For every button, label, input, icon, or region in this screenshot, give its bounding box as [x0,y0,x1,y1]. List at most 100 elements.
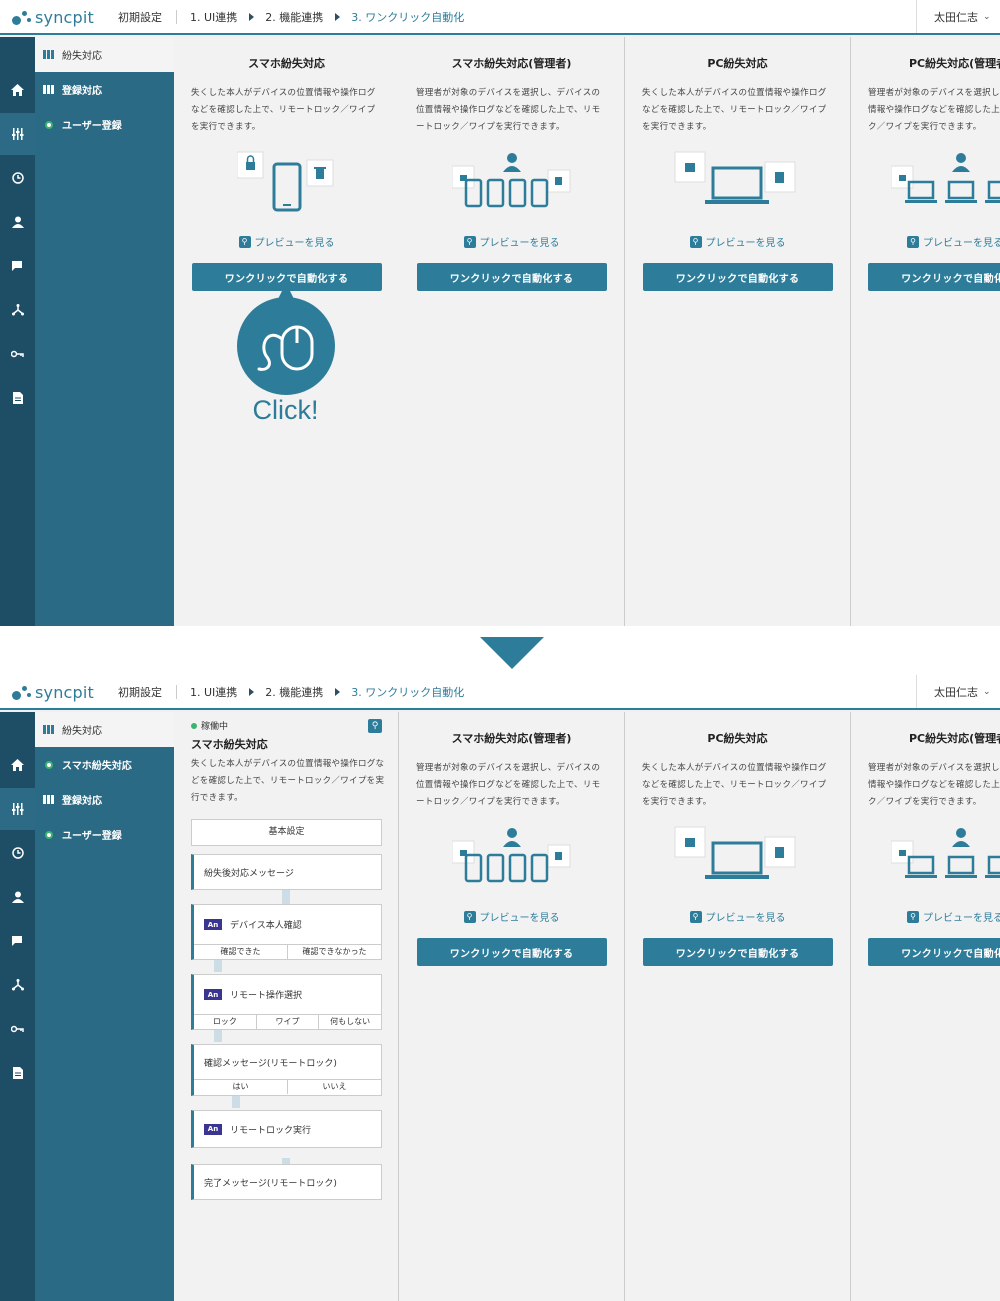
click-label: Click! [252,395,319,425]
crumb-one-click[interactable]: 3. ワンクリック自動化 [351,0,465,35]
user-menu[interactable]: 太田仁志 ⌄ [916,0,1000,33]
option-wipe[interactable]: ワイプ [257,1015,320,1029]
flow-step[interactable]: 紛失後対応メッセージ [191,854,382,890]
preview-link[interactable]: ⚲ プレビューを見る [851,234,1000,249]
automate-button[interactable]: ワンクリックで自動化する [868,263,1000,291]
person-icon[interactable] [0,876,35,918]
flow-connector [214,960,222,972]
flow-step[interactable]: An リモート操作選択 ロック ワイプ 何もしない [191,974,382,1030]
basic-settings-button[interactable]: 基本設定 [191,819,382,846]
option-nothing[interactable]: 何もしない [319,1015,381,1029]
icon-rail [0,37,35,626]
crumb-ui-link[interactable]: 1. UI連携 [190,9,237,25]
network-icon[interactable] [0,289,35,331]
automate-button[interactable]: ワンクリックで自動化する [416,263,607,291]
an-badge-icon: An [204,919,222,930]
document-icon[interactable] [0,377,35,419]
crumb-function-link[interactable]: 2. 機能連携 [265,684,323,700]
automate-button[interactable]: ワンクリックで自動化する [642,938,833,966]
user-menu[interactable]: 太田仁志 ⌄ [916,675,1000,708]
status-dot-icon [44,120,53,129]
sidebar-item-label: 紛失対応 [62,51,102,62]
person-icon[interactable] [0,201,35,243]
preview-link[interactable]: ⚲ プレビューを見る [174,234,399,249]
logo[interactable]: syncpit [12,681,94,703]
card-title: スマホ紛失対応(管理者) [451,57,572,70]
flow-step[interactable]: 完了メッセージ(リモートロック) [191,1164,382,1200]
search-icon: ⚲ [463,235,476,248]
crumb-initial-setup[interactable]: 初期設定 [118,9,162,25]
flow-step[interactable]: An リモートロック実行 [191,1110,382,1148]
key-icon[interactable] [0,1008,35,1050]
chat-icon[interactable] [0,245,35,287]
sidebar-item-registration[interactable]: 登録対応 [35,782,174,817]
home-icon[interactable] [0,744,35,786]
sidebar-item-registration[interactable]: 登録対応 [35,72,174,107]
chat-icon[interactable] [0,920,35,962]
flow-step-label: リモートロック実行 [230,1125,312,1136]
flow-step[interactable]: 確認メッセージ(リモートロック) はい いいえ [191,1044,382,1096]
crumb-ui-link[interactable]: 1. UI連携 [190,684,237,700]
sliders-icon[interactable] [0,788,35,830]
sidebar-item-user-registration[interactable]: ユーザー登録 [35,817,174,852]
crumb-function-link[interactable]: 2. 機能連携 [265,9,323,25]
search-icon[interactable]: ⚲ [368,719,382,733]
option-no[interactable]: いいえ [288,1080,381,1094]
an-badge-icon: An [204,1123,222,1135]
card-description: 管理者が対象のデバイスを選択し、デバイスの位置情報や操作ログなどを確認した上で、… [416,88,601,132]
option-not-confirmed[interactable]: 確認できなかった [288,945,381,959]
document-icon[interactable] [0,1052,35,1094]
chevron-right-icon [249,687,255,696]
logo-icon [12,683,34,701]
option-confirmed[interactable]: 確認できた [194,945,288,959]
option-yes[interactable]: はい [194,1080,288,1094]
automate-button[interactable]: ワンクリックで自動化する [642,263,833,291]
preview-link[interactable]: ⚲ プレビューを見る [625,909,850,924]
status-label: 稼働中 [201,722,229,732]
history-icon[interactable] [0,832,35,874]
crumb-initial-setup[interactable]: 初期設定 [118,684,162,700]
screen-after: syncpit 初期設定 1. UI連携 2. 機能連携 3. ワンクリック自動… [0,675,1000,1301]
card-description: 失くした本人がデバイスの位置情報や操作ログなどを確認した上で、リモートロック／ワ… [642,763,827,807]
flow-step[interactable]: An デバイス本人確認 確認できた 確認できなかった [191,904,382,960]
preview-label: プレビューを見る [923,913,1000,924]
automate-button[interactable]: ワンクリックで自動化する [868,938,1000,966]
pc-lock-wipe-illustration [673,825,803,891]
admin-pc-illustration [890,150,1000,216]
preview-label: プレビューを見る [705,913,786,924]
preview-link[interactable]: ⚲ プレビューを見る [399,234,624,249]
chevron-down-icon: ⌄ [983,686,991,697]
network-icon[interactable] [0,964,35,1006]
flow-connector [282,890,290,904]
option-lock[interactable]: ロック [194,1015,257,1029]
sliders-icon[interactable] [0,113,35,155]
key-icon[interactable] [0,333,35,375]
preview-link[interactable]: ⚲ プレビューを見る [851,909,1000,924]
logo[interactable]: syncpit [12,6,94,28]
search-icon: ⚲ [463,910,476,923]
sidebar: 紛失対応 スマホ紛失対応 登録対応 ユーザー登録 [35,712,174,1301]
card-description: 失くした本人がデバイスの位置情報や操作ログなどを確認した上で、リモートロック／ワ… [191,88,376,132]
crumb-one-click[interactable]: 3. ワンクリック自動化 [351,675,465,710]
history-icon[interactable] [0,157,35,199]
logo-icon [12,8,34,26]
breadcrumb: 初期設定 1. UI連携 2. 機能連携 3. ワンクリック自動化 [118,675,465,710]
sidebar-item-user-registration[interactable]: ユーザー登録 [35,107,174,142]
automate-button[interactable]: ワンクリックで自動化する [416,938,607,966]
columns-icon [43,795,54,804]
card-title: スマホ紛失対応 [248,57,325,70]
preview-link[interactable]: ⚲ プレビューを見る [399,909,624,924]
mouse-icon [257,325,314,371]
sidebar-item-smartphone-lost[interactable]: スマホ紛失対応 [35,747,174,782]
card-smartphone-lost-admin: スマホ紛失対応(管理者) 管理者が対象のデバイスを選択し、デバイスの位置情報や操… [399,37,625,626]
sidebar-item-lost[interactable]: 紛失対応 [35,712,174,747]
flow-step-options: はい いいえ [194,1079,381,1094]
sidebar: 紛失対応 登録対応 ユーザー登録 [35,37,174,626]
search-icon: ⚲ [907,910,919,923]
card-title: PC紛失対応(管理者) [909,57,1000,70]
sidebar-item-lost[interactable]: 紛失対応 [35,37,174,72]
flow-panel: 稼働中 ⚲ スマホ紛失対応 失くした本人がデバイスの位置情報や操作ログなどを確認… [174,712,399,1301]
home-icon[interactable] [0,69,35,111]
flow-step-options: 確認できた 確認できなかった [194,944,381,959]
preview-link[interactable]: ⚲ プレビューを見る [625,234,850,249]
